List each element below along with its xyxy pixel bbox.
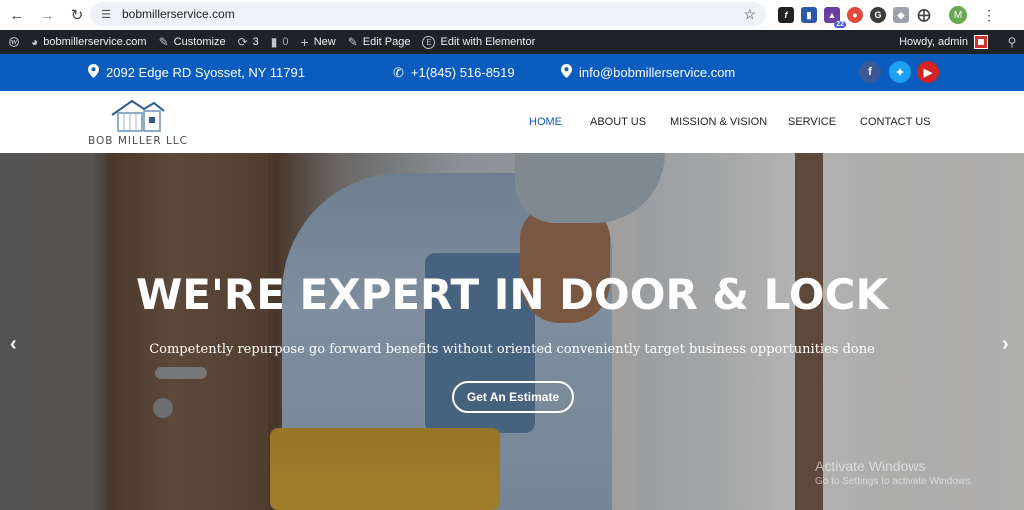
grammar-extension-icon[interactable]: G bbox=[870, 7, 886, 23]
svg-text:W: W bbox=[10, 40, 18, 46]
url-text: bobmillerservice.com bbox=[122, 7, 235, 21]
hero-overlay bbox=[0, 153, 1024, 510]
email-text[interactable]: info@bobmillerservice.com bbox=[579, 65, 735, 80]
wordpress-logo-icon[interactable]: W bbox=[3, 31, 25, 53]
updates-icon: ⟳ bbox=[237, 35, 248, 49]
bookmark-star-icon[interactable]: ☆ bbox=[743, 6, 756, 23]
email-info: info@bobmillerservice.com bbox=[561, 54, 735, 91]
extension-badge: 22 bbox=[834, 21, 846, 28]
logo-text: BOB MILLER LLC bbox=[88, 135, 188, 147]
elementor-icon: E bbox=[422, 35, 436, 49]
hero-subtitle: Competently repurpose go forward benefit… bbox=[149, 342, 875, 357]
address-info: 2092 Edge RD Syosset, NY 11791 bbox=[88, 54, 305, 91]
nav-contact-us[interactable]: CONTACT US bbox=[860, 91, 931, 153]
comments-link[interactable]: ▮ 0 bbox=[265, 30, 295, 54]
my-account-link[interactable]: Howdy, admin bbox=[893, 30, 994, 54]
watermark-title: Activate Windows bbox=[815, 458, 926, 474]
site-info-icon[interactable]: ☰ bbox=[98, 6, 114, 22]
color-extension-icon[interactable]: ● bbox=[847, 7, 863, 23]
site-logo[interactable]: BOB MILLER LLC bbox=[86, 97, 190, 149]
nav-mission-vision[interactable]: MISSION & VISION bbox=[670, 91, 767, 153]
phone-text[interactable]: +1(845) 516-8519 bbox=[411, 65, 515, 80]
plus-icon: + bbox=[300, 34, 309, 50]
updates-count: 3 bbox=[252, 36, 259, 48]
kebab-menu-icon[interactable]: ⋮ bbox=[982, 7, 996, 24]
youtube-icon[interactable]: ▶ bbox=[917, 61, 939, 83]
site-name-link[interactable]: ◕ bobmillerservice.com bbox=[25, 30, 153, 54]
watermark-subtitle: Go to Settings to activate Windows. bbox=[815, 476, 973, 487]
shield-extension-icon[interactable]: ◆ bbox=[893, 7, 909, 23]
badge-extension-icon[interactable]: ▲ 22 bbox=[824, 7, 846, 28]
nav-home[interactable]: HOME bbox=[529, 91, 562, 153]
font-extension-icon[interactable]: f bbox=[778, 7, 794, 23]
reload-button[interactable]: ↻ bbox=[66, 4, 88, 26]
customize-link[interactable]: ✎ Customize bbox=[153, 30, 232, 54]
forward-button[interactable]: → bbox=[36, 4, 58, 26]
customize-label: Customize bbox=[173, 36, 226, 48]
new-content-link[interactable]: + New bbox=[295, 30, 342, 54]
contact-info-bar: 2092 Edge RD Syosset, NY 11791 ✆ +1(845)… bbox=[0, 54, 1024, 91]
brush-icon: ✎ bbox=[158, 35, 169, 49]
twitter-icon[interactable]: ✦ bbox=[889, 61, 911, 83]
wp-admin-bar: W ◕ bobmillerservice.com ✎ Customize ⟳ 3… bbox=[0, 30, 1024, 54]
address-bar[interactable]: ☰ bobmillerservice.com ☆ bbox=[90, 2, 766, 26]
edit-elementor-label: Edit with Elementor bbox=[440, 36, 536, 48]
edit-page-label: Edit Page bbox=[362, 36, 411, 48]
clipboard-extension-icon[interactable]: ▮ bbox=[801, 7, 817, 23]
back-button[interactable]: ← bbox=[6, 4, 28, 26]
profile-avatar[interactable]: M bbox=[949, 6, 967, 24]
facebook-icon[interactable]: f bbox=[859, 61, 881, 83]
nav-service[interactable]: SERVICE bbox=[788, 91, 836, 153]
hero-slider: WE'RE EXPERT IN DOOR & LOCK Competently … bbox=[0, 153, 1024, 510]
howdy-label: Howdy, admin bbox=[899, 36, 968, 48]
pencil-icon: ✎ bbox=[347, 35, 358, 49]
map-marker-icon bbox=[88, 64, 99, 81]
puzzle-icon[interactable]: ⨁ bbox=[916, 7, 932, 23]
edit-elementor-link[interactable]: E Edit with Elementor bbox=[416, 30, 541, 54]
address-text: 2092 Edge RD Syosset, NY 11791 bbox=[106, 65, 305, 80]
extensions-bar: f ▮ ▲ 22 ● G ◆ ⨁ M ⋮ bbox=[778, 4, 996, 28]
slider-prev-arrow-icon[interactable]: ‹ bbox=[10, 333, 17, 356]
location-pin-icon bbox=[561, 64, 572, 81]
house-logo-icon bbox=[111, 99, 165, 132]
slider-next-arrow-icon[interactable]: › bbox=[1002, 333, 1009, 356]
nav-about-us[interactable]: ABOUT US bbox=[590, 91, 646, 153]
phone-info: ✆ +1(845) 516-8519 bbox=[393, 54, 515, 91]
browser-toolbar: ← → ↻ ☰ bobmillerservice.com ☆ f ▮ ▲ 22 ●… bbox=[0, 0, 1024, 30]
edit-page-link[interactable]: ✎ Edit Page bbox=[342, 30, 417, 54]
activate-windows-watermark: Activate Windows Go to Settings to activ… bbox=[815, 458, 973, 487]
admin-search-icon[interactable]: ⚲ bbox=[1000, 35, 1024, 49]
site-header: BOB MILLER LLC HOME ABOUT US MISSION & V… bbox=[0, 91, 1024, 153]
get-estimate-button[interactable]: Get An Estimate bbox=[452, 381, 574, 413]
phone-icon: ✆ bbox=[393, 64, 404, 80]
dashboard-icon: ◕ bbox=[31, 35, 39, 49]
hero-title: WE'RE EXPERT IN DOOR & LOCK bbox=[135, 270, 889, 319]
new-label: New bbox=[313, 36, 336, 48]
admin-avatar bbox=[974, 35, 988, 49]
updates-link[interactable]: ⟳ 3 bbox=[232, 30, 265, 54]
comment-icon: ▮ bbox=[270, 35, 278, 49]
comments-count: 0 bbox=[282, 36, 289, 48]
site-name-label: bobmillerservice.com bbox=[43, 36, 147, 48]
